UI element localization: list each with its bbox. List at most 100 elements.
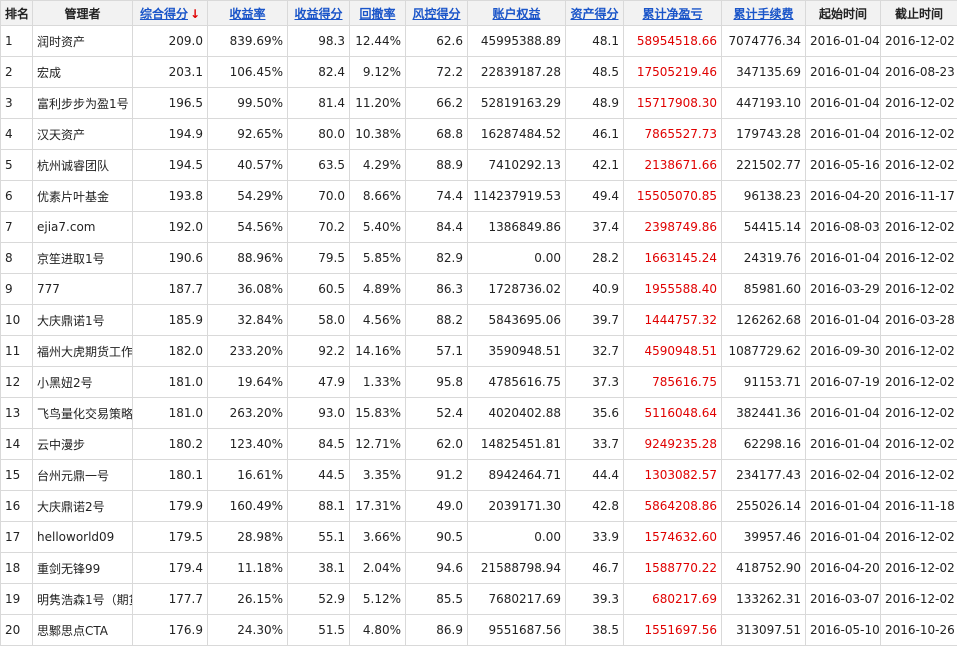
cell-return-score: 51.5 bbox=[288, 615, 350, 646]
cell-fees: 85981.60 bbox=[722, 274, 806, 305]
cell-risk-score: 49.0 bbox=[406, 491, 468, 522]
cell-return-rate: 11.18% bbox=[208, 553, 288, 584]
table-row: 18重剑无锋99179.411.18%38.12.04%94.621588798… bbox=[1, 553, 957, 584]
header-risk-score[interactable]: 风控得分 bbox=[406, 1, 468, 26]
header-label: 收益得分 bbox=[294, 7, 342, 21]
cell-rank: 15 bbox=[1, 460, 33, 491]
cell-end-date: 2016-12-02 bbox=[881, 274, 957, 305]
cell-return-score: 47.9 bbox=[288, 367, 350, 398]
cell-drawdown: 9.12% bbox=[350, 57, 406, 88]
cell-net-pnl: 15717908.30 bbox=[624, 88, 722, 119]
cell-fees: 1087729.62 bbox=[722, 336, 806, 367]
cell-net-pnl: 1303082.57 bbox=[624, 460, 722, 491]
header-fees[interactable]: 累计手续费 bbox=[722, 1, 806, 26]
cell-return-rate: 839.69% bbox=[208, 26, 288, 57]
cell-asset-score: 28.2 bbox=[566, 243, 624, 274]
cell-asset-score: 42.8 bbox=[566, 491, 624, 522]
cell-net-pnl: 1444757.32 bbox=[624, 305, 722, 336]
cell-manager: 优素片叶基金 bbox=[33, 181, 133, 212]
cell-asset-score: 40.9 bbox=[566, 274, 624, 305]
header-label: 累计净盈亏 bbox=[642, 7, 702, 21]
cell-total-score: 187.7 bbox=[133, 274, 208, 305]
cell-return-score: 92.2 bbox=[288, 336, 350, 367]
cell-rank: 10 bbox=[1, 305, 33, 336]
cell-return-rate: 28.98% bbox=[208, 522, 288, 553]
cell-net-pnl: 7865527.73 bbox=[624, 119, 722, 150]
header-total-score[interactable]: 综合得分↓ bbox=[133, 1, 208, 26]
header-asset-score[interactable]: 资产得分 bbox=[566, 1, 624, 26]
table-row: 5杭州诚睿团队194.540.57%63.54.29%88.97410292.1… bbox=[1, 150, 957, 181]
cell-return-score: 63.5 bbox=[288, 150, 350, 181]
cell-return-score: 79.5 bbox=[288, 243, 350, 274]
table-row: 6优素片叶基金193.854.29%70.08.66%74.4114237919… bbox=[1, 181, 957, 212]
cell-total-score: 209.0 bbox=[133, 26, 208, 57]
cell-fees: 7074776.34 bbox=[722, 26, 806, 57]
cell-return-rate: 263.20% bbox=[208, 398, 288, 429]
cell-end-date: 2016-12-02 bbox=[881, 522, 957, 553]
cell-equity: 0.00 bbox=[468, 522, 566, 553]
header-equity[interactable]: 账户权益 bbox=[468, 1, 566, 26]
cell-fees: 382441.36 bbox=[722, 398, 806, 429]
cell-equity: 0.00 bbox=[468, 243, 566, 274]
cell-risk-score: 57.1 bbox=[406, 336, 468, 367]
cell-rank: 16 bbox=[1, 491, 33, 522]
cell-asset-score: 44.4 bbox=[566, 460, 624, 491]
table-row: 20思鄹思点CTA176.924.30%51.54.80%86.99551687… bbox=[1, 615, 957, 646]
table-row: 13飞鸟量化交易策略181.0263.20%93.015.83%52.44020… bbox=[1, 398, 957, 429]
cell-equity: 5843695.06 bbox=[468, 305, 566, 336]
header-return-rate[interactable]: 收益率 bbox=[208, 1, 288, 26]
cell-equity: 9551687.56 bbox=[468, 615, 566, 646]
table-row: 4汉天资产194.992.65%80.010.38%68.816287484.5… bbox=[1, 119, 957, 150]
cell-start-date: 2016-01-04 bbox=[806, 26, 881, 57]
cell-total-score: 180.2 bbox=[133, 429, 208, 460]
cell-start-date: 2016-01-04 bbox=[806, 491, 881, 522]
cell-net-pnl: 2138671.66 bbox=[624, 150, 722, 181]
cell-start-date: 2016-07-19 bbox=[806, 367, 881, 398]
cell-end-date: 2016-12-02 bbox=[881, 88, 957, 119]
cell-asset-score: 33.7 bbox=[566, 429, 624, 460]
cell-manager: 重剑无锋99 bbox=[33, 553, 133, 584]
cell-equity: 1728736.02 bbox=[468, 274, 566, 305]
cell-fees: 347135.69 bbox=[722, 57, 806, 88]
table-row: 16大庆鼎诺2号179.9160.49%88.117.31%49.0203917… bbox=[1, 491, 957, 522]
cell-total-score: 196.5 bbox=[133, 88, 208, 119]
header-label: 累计手续费 bbox=[733, 7, 793, 21]
cell-return-score: 70.2 bbox=[288, 212, 350, 243]
cell-equity: 21588798.94 bbox=[468, 553, 566, 584]
cell-fees: 91153.71 bbox=[722, 367, 806, 398]
cell-net-pnl: 2398749.86 bbox=[624, 212, 722, 243]
cell-start-date: 2016-01-04 bbox=[806, 522, 881, 553]
table-body: 1润时资产209.0839.69%98.312.44%62.645995388.… bbox=[1, 26, 957, 646]
cell-fees: 179743.28 bbox=[722, 119, 806, 150]
cell-end-date: 2016-12-02 bbox=[881, 336, 957, 367]
cell-drawdown: 14.16% bbox=[350, 336, 406, 367]
cell-net-pnl: 1588770.22 bbox=[624, 553, 722, 584]
cell-manager: 云中漫步 bbox=[33, 429, 133, 460]
cell-manager: 飞鸟量化交易策略 bbox=[33, 398, 133, 429]
cell-fees: 126262.68 bbox=[722, 305, 806, 336]
table-row: 14云中漫步180.2123.40%84.512.71%62.014825451… bbox=[1, 429, 957, 460]
cell-rank: 17 bbox=[1, 522, 33, 553]
cell-risk-score: 74.4 bbox=[406, 181, 468, 212]
header-label: 管理者 bbox=[64, 7, 100, 21]
cell-net-pnl: 1574632.60 bbox=[624, 522, 722, 553]
header-end-date: 截止时间 bbox=[881, 1, 957, 26]
cell-manager: 777 bbox=[33, 274, 133, 305]
table-row: 9777187.736.08%60.54.89%86.31728736.0240… bbox=[1, 274, 957, 305]
cell-equity: 16287484.52 bbox=[468, 119, 566, 150]
cell-total-score: 190.6 bbox=[133, 243, 208, 274]
cell-start-date: 2016-03-07 bbox=[806, 584, 881, 615]
cell-manager: 思鄹思点CTA bbox=[33, 615, 133, 646]
cell-manager: helloworld09 bbox=[33, 522, 133, 553]
cell-return-score: 58.0 bbox=[288, 305, 350, 336]
cell-rank: 2 bbox=[1, 57, 33, 88]
header-return-score[interactable]: 收益得分 bbox=[288, 1, 350, 26]
cell-net-pnl: 785616.75 bbox=[624, 367, 722, 398]
header-net-pnl[interactable]: 累计净盈亏 bbox=[624, 1, 722, 26]
cell-fees: 133262.31 bbox=[722, 584, 806, 615]
sort-desc-icon[interactable]: ↓ bbox=[190, 7, 200, 21]
cell-equity: 4020402.88 bbox=[468, 398, 566, 429]
cell-end-date: 2016-12-02 bbox=[881, 150, 957, 181]
header-drawdown[interactable]: 回撤率 bbox=[350, 1, 406, 26]
cell-return-score: 98.3 bbox=[288, 26, 350, 57]
